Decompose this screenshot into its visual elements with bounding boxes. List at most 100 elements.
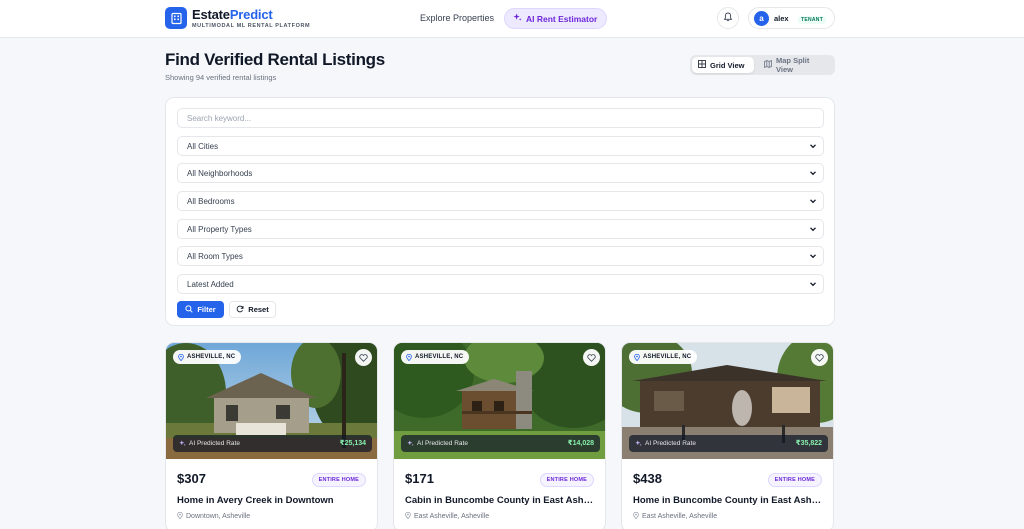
top-header: EstatePredict MULTIMODAL ML RENTAL PLATF… — [0, 0, 1024, 38]
location-badge-text: ASHEVILLE, NC — [187, 354, 236, 360]
neighborhood-select[interactable]: All Neighborhoods — [177, 163, 824, 183]
ai-predicted-rate: AI Predicted Rate ₹25,134 — [173, 435, 372, 452]
grid-view-label: Grid View — [710, 60, 745, 70]
neighborhood-select-value: All Neighborhoods — [187, 168, 253, 178]
notifications-button[interactable] — [717, 7, 739, 29]
listing-title[interactable]: Cabin in Buncombe County in East Ashevil… — [405, 495, 596, 506]
property-type-select[interactable]: All Property Types — [177, 219, 824, 239]
map-pin-icon — [634, 353, 640, 361]
view-toggle: Grid View Map Split View — [690, 55, 835, 75]
heart-icon — [359, 353, 368, 362]
room-type-select-value: All Room Types — [187, 251, 243, 261]
ai-predicted-value: ₹25,134 — [339, 440, 366, 447]
room-type-badge: ENTIRE HOME — [539, 473, 594, 487]
sort-select-value: Latest Added — [187, 279, 234, 289]
ai-predicted-label: AI Predicted Rate — [407, 440, 468, 447]
room-type-select[interactable]: All Room Types — [177, 246, 824, 266]
chevron-down-icon — [808, 251, 818, 263]
sparkle-icon — [635, 440, 642, 447]
chevron-down-icon — [808, 141, 818, 153]
listing-photo[interactable]: ASHEVILLE, NC AI Predicted Rate ₹14,028 — [394, 343, 605, 459]
ai-predicted-rate: AI Predicted Rate ₹14,028 — [401, 435, 600, 452]
listing-location: East Asheville, Asheville — [633, 511, 718, 521]
listing-location-text: East Asheville, Asheville — [642, 513, 718, 520]
brand-name-main: Estate — [192, 7, 230, 22]
bedrooms-select[interactable]: All Bedrooms — [177, 191, 824, 211]
ai-predicted-label-text: AI Predicted Rate — [189, 440, 240, 447]
search-input[interactable]: Search keyword... — [177, 108, 824, 128]
heart-icon — [815, 353, 824, 362]
chevron-down-icon — [808, 279, 818, 291]
map-split-view-label: Map Split View — [776, 56, 810, 74]
city-select-value: All Cities — [187, 141, 219, 151]
listing-location: Downtown, Asheville — [177, 511, 251, 521]
ai-predicted-value: ₹14,028 — [567, 440, 594, 447]
listing-card[interactable]: ASHEVILLE, NC AI Predicted Rate ₹25,134 … — [165, 342, 378, 529]
listing-photo[interactable]: ASHEVILLE, NC AI Predicted Rate ₹25,134 — [166, 343, 377, 459]
room-type-badge: ENTIRE HOME — [767, 473, 822, 487]
chevron-down-icon — [808, 168, 818, 180]
sparkle-icon — [513, 13, 522, 24]
chevron-down-icon — [808, 196, 818, 208]
refresh-icon — [236, 305, 244, 315]
listing-location-text: Downtown, Asheville — [186, 513, 251, 520]
listing-price: $438 — [633, 471, 662, 486]
city-select[interactable]: All Cities — [177, 136, 824, 156]
favorite-button[interactable] — [583, 349, 600, 366]
filter-button-label: Filter — [197, 305, 216, 314]
avatar: a — [754, 11, 769, 26]
room-type-badge: ENTIRE HOME — [311, 473, 366, 487]
sort-select[interactable]: Latest Added — [177, 274, 824, 294]
heart-icon — [587, 353, 596, 362]
brand-tagline: MULTIMODAL ML RENTAL PLATFORM — [192, 23, 311, 29]
reset-button-label: Reset — [248, 305, 269, 314]
map-pin-icon — [177, 511, 183, 521]
grid-view-button[interactable]: Grid View — [692, 57, 754, 73]
brand-name[interactable]: EstatePredict — [192, 7, 273, 22]
location-badge-text: ASHEVILLE, NC — [415, 354, 464, 360]
listing-title[interactable]: Home in Avery Creek in Downtown — [177, 495, 368, 506]
listing-card[interactable]: ASHEVILLE, NC AI Predicted Rate ₹14,028 … — [393, 342, 606, 529]
listing-photo[interactable]: ASHEVILLE, NC AI Predicted Rate ₹35,822 — [622, 343, 833, 459]
nav-ai-label: AI Rent Estimator — [526, 13, 598, 24]
location-badge-text: ASHEVILLE, NC — [643, 354, 692, 360]
sparkle-icon — [179, 440, 186, 447]
ai-predicted-label-text: AI Predicted Rate — [645, 440, 696, 447]
listing-location: East Asheville, Asheville — [405, 511, 490, 521]
ai-predicted-value: ₹35,822 — [795, 440, 822, 447]
ai-predicted-rate: AI Predicted Rate ₹35,822 — [629, 435, 828, 452]
reset-button[interactable]: Reset — [229, 301, 276, 318]
location-badge: ASHEVILLE, NC — [401, 350, 470, 364]
property-type-select-value: All Property Types — [187, 224, 252, 234]
ai-predicted-label-text: AI Predicted Rate — [417, 440, 468, 447]
listing-price: $171 — [405, 471, 434, 486]
search-icon — [185, 304, 193, 315]
page-title: Find Verified Rental Listings — [165, 50, 385, 69]
favorite-button[interactable] — [355, 349, 372, 366]
nav-ai-rent-estimator[interactable]: AI Rent Estimator — [504, 8, 608, 29]
map-pin-icon — [405, 511, 411, 521]
map-pin-icon — [633, 511, 639, 521]
listing-card[interactable]: ASHEVILLE, NC AI Predicted Rate ₹35,822 … — [621, 342, 834, 529]
user-menu[interactable]: a alex TENANT — [748, 7, 835, 29]
filter-button[interactable]: Filter — [177, 301, 224, 318]
nav-explore-properties[interactable]: Explore Properties — [420, 13, 494, 23]
chevron-down-icon — [808, 224, 818, 236]
ai-predicted-label: AI Predicted Rate — [179, 440, 240, 447]
sparkle-icon — [407, 440, 414, 447]
favorite-button[interactable] — [811, 349, 828, 366]
map-pin-icon — [178, 353, 184, 361]
user-name: alex — [774, 14, 789, 23]
location-badge: ASHEVILLE, NC — [173, 350, 242, 364]
bedrooms-select-value: All Bedrooms — [187, 196, 235, 206]
grid-icon — [698, 60, 706, 70]
map-pin-icon — [406, 353, 412, 361]
user-role-badge: TENANT — [798, 16, 827, 24]
listing-location-text: East Asheville, Asheville — [414, 513, 490, 520]
listing-title[interactable]: Home in Buncombe County in East Ashevill… — [633, 495, 824, 506]
map-icon — [764, 60, 772, 70]
map-split-view-button[interactable]: Map Split View — [758, 56, 832, 74]
listing-price: $307 — [177, 471, 206, 486]
building-logo-icon[interactable] — [165, 7, 187, 29]
brand-name-accent: Predict — [229, 7, 273, 22]
